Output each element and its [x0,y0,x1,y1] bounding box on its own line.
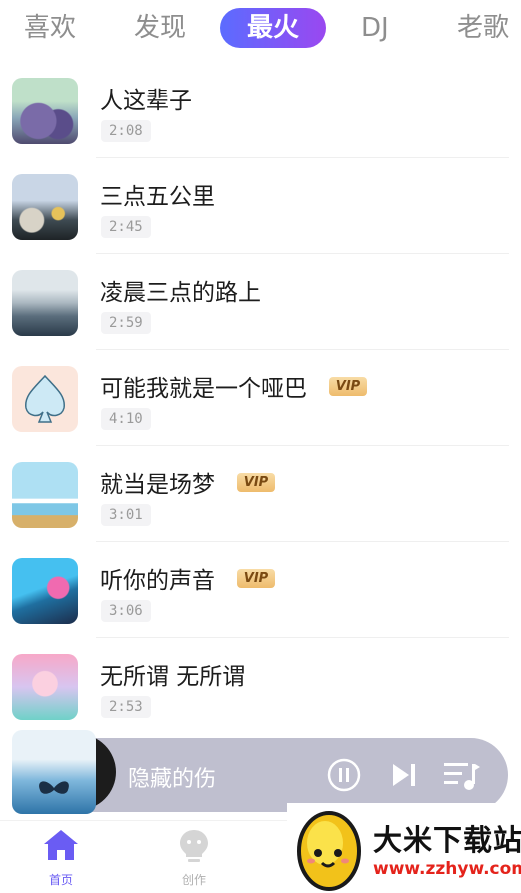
album-cover [12,558,78,624]
home-icon [44,830,78,860]
song-duration: 2:08 [101,120,151,142]
song-row[interactable]: 三点五公里 2:45 [0,158,521,254]
song-row[interactable]: 就当是场梦 VIP 3:01 [0,446,521,542]
mascot-logo-icon [297,811,361,891]
song-title: 可能我就是一个哑巴 [100,376,307,402]
tab-dj[interactable]: DJ [361,8,389,48]
song-duration: 2:59 [101,312,151,334]
song-duration: 2:53 [101,696,151,718]
vip-badge: VIP [237,568,275,588]
next-button[interactable] [389,760,419,790]
song-title: 无所谓 无所谓 [100,664,246,690]
tab-oldies[interactable]: 老歌 [457,8,509,48]
now-playing-cover[interactable] [12,730,96,814]
tab-likes[interactable]: 喜欢 [24,8,76,48]
song-title: 三点五公里 [100,184,215,210]
nav-home-label: 首页 [48,873,73,887]
album-cover [12,654,78,720]
tab-hottest[interactable]: 最火 [220,8,326,48]
song-title: 听你的声音 [100,568,215,594]
album-cover [12,462,78,528]
spade-art-icon [25,374,65,423]
album-cover [12,78,78,144]
album-cover [12,270,78,336]
song-title: 就当是场梦 [100,472,215,498]
watermark-url: www.zzhyw.com [373,859,521,879]
song-row[interactable]: 听你的声音 VIP 3:06 [0,542,521,638]
song-title: 凌晨三点的路上 [100,280,261,306]
album-cover [12,366,78,432]
song-duration: 4:10 [101,408,151,430]
nav-create-label: 创作 [181,873,206,887]
top-tab-bar: 喜欢 发现 最火 DJ 老歌 [0,0,521,58]
song-row[interactable]: 凌晨三点的路上 2:59 [0,254,521,350]
lightbulb-icon [180,830,208,862]
song-duration: 3:06 [101,600,151,622]
album-cover [12,174,78,240]
watermark: 大米下载站 www.zzhyw.com [287,803,521,893]
tab-discover[interactable]: 发现 [134,8,186,48]
song-title: 人这辈子 [100,88,192,114]
song-duration: 3:01 [101,504,151,526]
song-row[interactable]: 人这辈子 2:08 [0,62,521,158]
vip-badge: VIP [237,472,275,492]
pause-button[interactable] [326,757,362,793]
vip-badge: VIP [329,376,367,396]
now-playing-title: 隐藏的伤 [128,767,217,792]
song-row[interactable]: 无所谓 无所谓 2:53 [0,638,521,734]
watermark-text: 大米下载站 [373,823,521,857]
playlist-button[interactable] [442,758,482,794]
song-row[interactable]: 可能我就是一个哑巴 VIP 4:10 [0,350,521,446]
next-icon [393,764,415,786]
nav-create[interactable]: 创作 [164,827,224,888]
nav-home[interactable]: 首页 [31,827,91,888]
playlist-icon [444,763,480,790]
song-duration: 2:45 [101,216,151,238]
butterfly-icon [39,781,69,794]
pause-icon [327,758,361,792]
